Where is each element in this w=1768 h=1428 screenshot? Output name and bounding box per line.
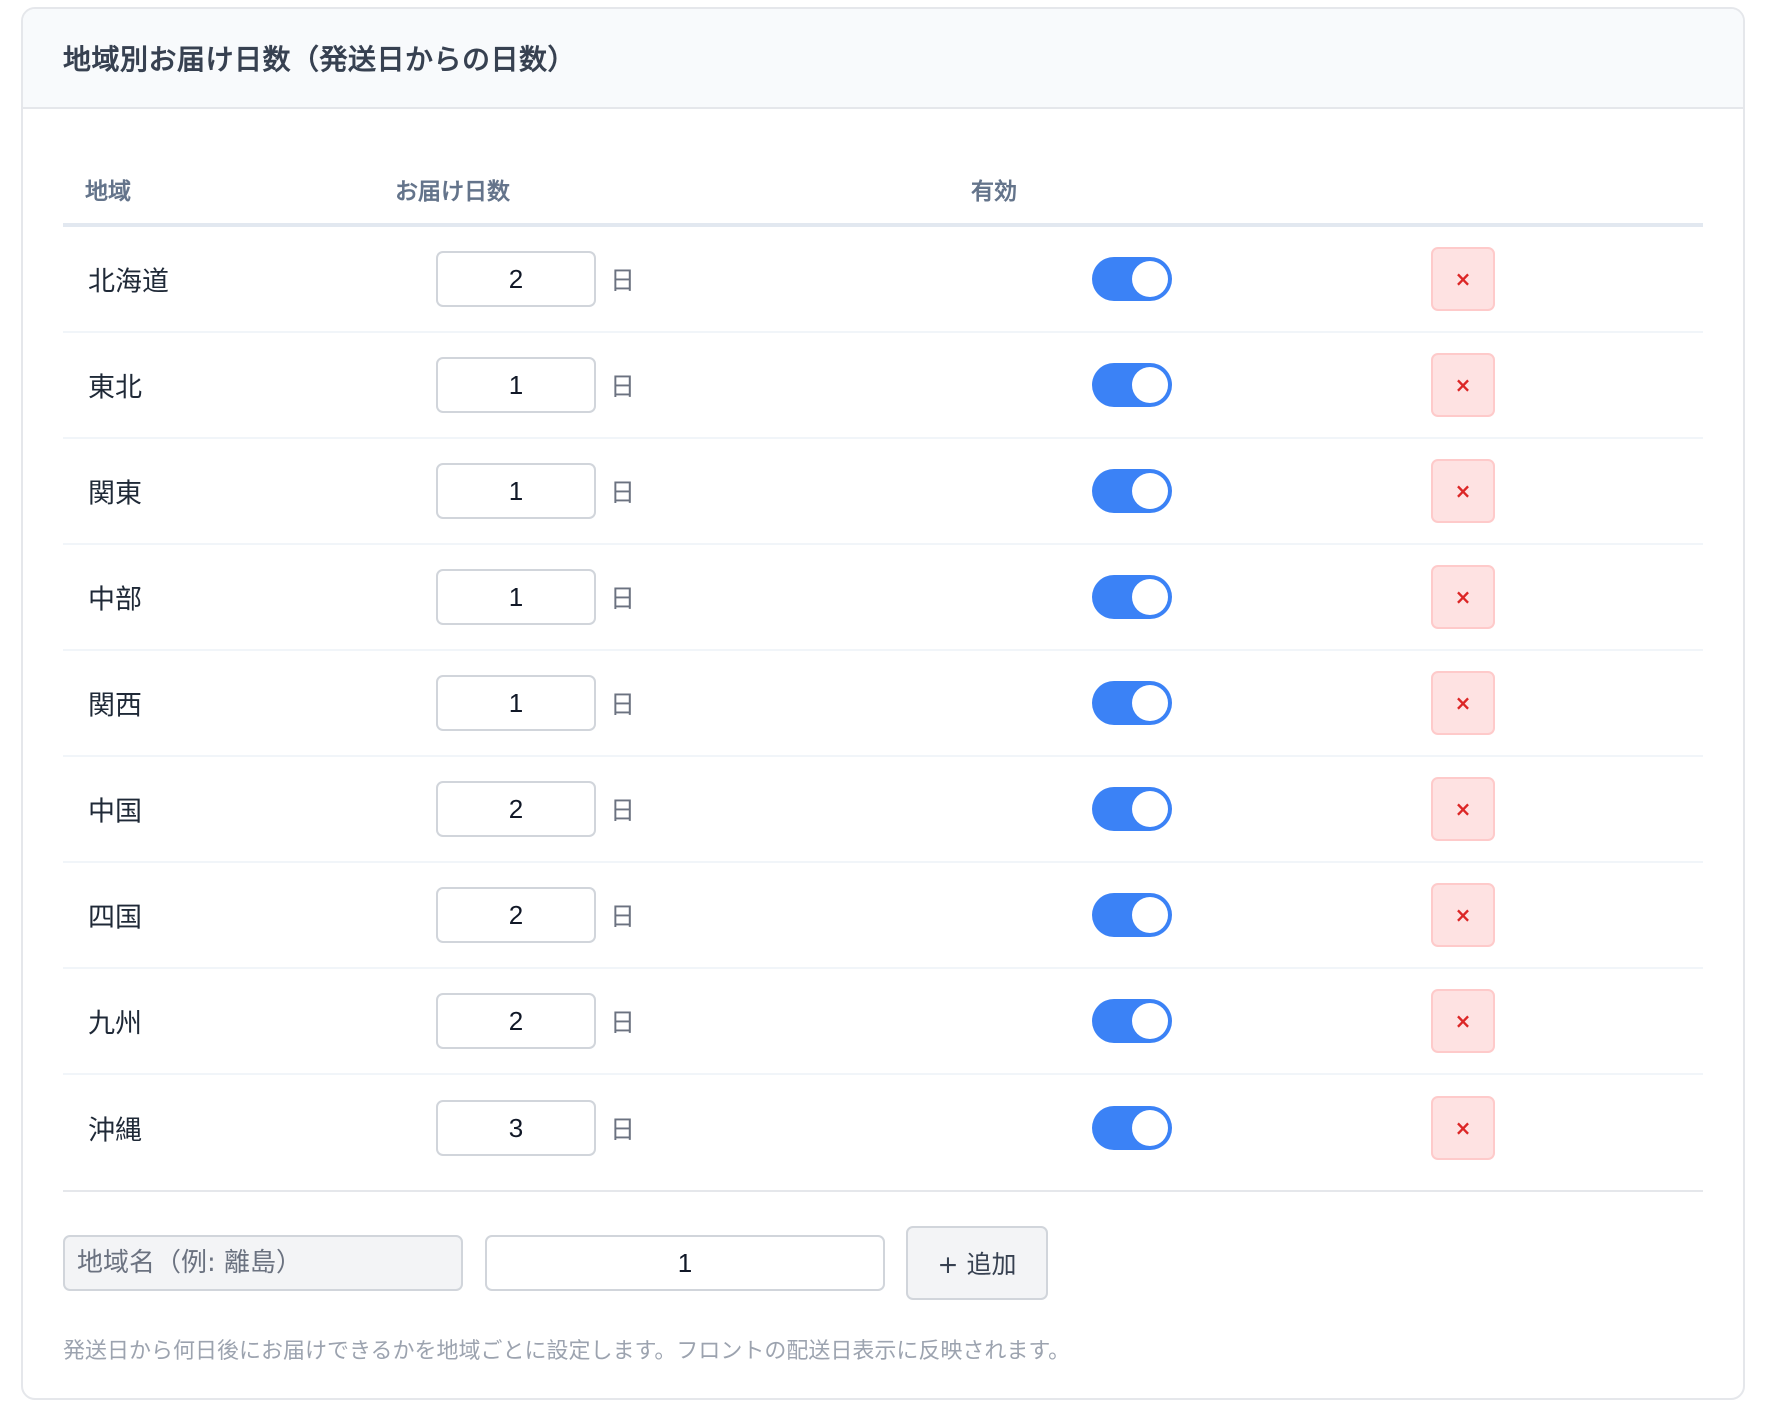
days-unit-label: 日	[610, 478, 636, 507]
toggle-knob	[1132, 367, 1168, 403]
panel-header: 地域別お届け日数（発送日からの日数）	[23, 9, 1743, 109]
delete-row-button[interactable]: ×	[1431, 459, 1495, 523]
region-name: 東北	[88, 372, 142, 404]
region-name: 北海道	[88, 266, 169, 298]
toggle-knob	[1132, 791, 1168, 827]
days-unit-label: 日	[610, 796, 636, 825]
enabled-toggle[interactable]	[1092, 363, 1172, 407]
new-region-days-input[interactable]: 1	[485, 1235, 885, 1291]
delivery-days-input[interactable]: 3	[436, 1100, 596, 1156]
column-header-days: お届け日数	[395, 179, 510, 205]
delete-row-button[interactable]: ×	[1431, 353, 1495, 417]
region-name: 中国	[88, 796, 142, 828]
enabled-toggle[interactable]	[1092, 1106, 1172, 1150]
delete-row-button[interactable]: ×	[1431, 777, 1495, 841]
delivery-days-input[interactable]: 1	[436, 357, 596, 413]
column-header-enabled: 有効	[971, 179, 1017, 205]
close-icon: ×	[1454, 797, 1472, 821]
enabled-toggle[interactable]	[1092, 575, 1172, 619]
region-name: 四国	[88, 902, 142, 934]
delivery-days-input[interactable]: 1	[436, 675, 596, 731]
delete-row-button[interactable]: ×	[1431, 883, 1495, 947]
toggle-knob	[1132, 1003, 1168, 1039]
delivery-days-input[interactable]: 2	[436, 993, 596, 1049]
toggle-knob	[1132, 473, 1168, 509]
toggle-knob	[1132, 579, 1168, 615]
enabled-toggle[interactable]	[1092, 469, 1172, 513]
table-row: 北海道 2 日 ×	[63, 227, 1703, 333]
toggle-knob	[1132, 685, 1168, 721]
close-icon: ×	[1454, 267, 1472, 291]
days-unit-label: 日	[610, 266, 636, 295]
delete-row-button[interactable]: ×	[1431, 247, 1495, 311]
delete-row-button[interactable]: ×	[1431, 1096, 1495, 1160]
new-region-name-input[interactable]: 地域名（例: 離島）	[63, 1235, 463, 1291]
close-icon: ×	[1454, 373, 1472, 397]
delivery-days-panel: 地域別お届け日数（発送日からの日数） 地域 お届け日数 有効 北海道 2 日 × 東北 1…	[21, 7, 1745, 1400]
delivery-days-input[interactable]: 2	[436, 781, 596, 837]
enabled-toggle[interactable]	[1092, 787, 1172, 831]
days-unit-label: 日	[610, 584, 636, 613]
days-unit-label: 日	[610, 902, 636, 931]
delivery-days-input[interactable]: 2	[436, 887, 596, 943]
table-row: 中部 1 日 ×	[63, 545, 1703, 651]
toggle-knob	[1132, 261, 1168, 297]
table-row: 東北 1 日 ×	[63, 333, 1703, 439]
enabled-toggle[interactable]	[1092, 999, 1172, 1043]
close-icon: ×	[1454, 903, 1472, 927]
region-name: 関東	[88, 478, 142, 510]
days-unit-label: 日	[610, 1008, 636, 1037]
region-name: 関西	[88, 690, 142, 722]
region-name: 九州	[88, 1008, 142, 1040]
panel-title: 地域別お届け日数（発送日からの日数）	[63, 43, 577, 76]
add-region-button[interactable]: + 追加	[906, 1226, 1048, 1300]
enabled-toggle[interactable]	[1092, 893, 1172, 937]
table-row: 中国 2 日 ×	[63, 757, 1703, 863]
toggle-knob	[1132, 897, 1168, 933]
add-form-divider	[63, 1190, 1703, 1192]
enabled-toggle[interactable]	[1092, 257, 1172, 301]
close-icon: ×	[1454, 479, 1472, 503]
delivery-days-input[interactable]: 1	[436, 569, 596, 625]
table-row: 九州 2 日 ×	[63, 969, 1703, 1075]
delivery-days-input[interactable]: 1	[436, 463, 596, 519]
days-unit-label: 日	[610, 690, 636, 719]
table-row: 関東 1 日 ×	[63, 439, 1703, 545]
help-text: 発送日から何日後にお届けできるかを地域ごとに設定します。フロントの配送日表示に反…	[63, 1339, 1071, 1364]
enabled-toggle[interactable]	[1092, 681, 1172, 725]
table-row: 関西 1 日 ×	[63, 651, 1703, 757]
table-header: 地域 お届け日数 有効	[63, 109, 1703, 227]
delete-row-button[interactable]: ×	[1431, 671, 1495, 735]
table-row: 四国 2 日 ×	[63, 863, 1703, 969]
close-icon: ×	[1454, 1116, 1472, 1140]
close-icon: ×	[1454, 691, 1472, 715]
delete-row-button[interactable]: ×	[1431, 989, 1495, 1053]
toggle-knob	[1132, 1110, 1168, 1146]
column-header-region: 地域	[85, 179, 131, 205]
table-body: 北海道 2 日 × 東北 1 日 × 関東 1 日 × 中部 1 日 × 関西 1 日 × 中国 2 日 × 四国 2 日 × 九州 2 日…	[63, 227, 1703, 1181]
close-icon: ×	[1454, 585, 1472, 609]
region-name: 沖縄	[88, 1115, 142, 1147]
days-unit-label: 日	[610, 372, 636, 401]
table-row: 沖縄 3 日 ×	[63, 1075, 1703, 1181]
region-days-table: 地域 お届け日数 有効 北海道 2 日 × 東北 1 日 × 関東 1 日 × 中部 1 日 × 関西 1 日 × 中国…	[63, 109, 1703, 1181]
delivery-days-input[interactable]: 2	[436, 251, 596, 307]
days-unit-label: 日	[610, 1115, 636, 1144]
close-icon: ×	[1454, 1009, 1472, 1033]
delete-row-button[interactable]: ×	[1431, 565, 1495, 629]
region-name: 中部	[88, 584, 142, 616]
